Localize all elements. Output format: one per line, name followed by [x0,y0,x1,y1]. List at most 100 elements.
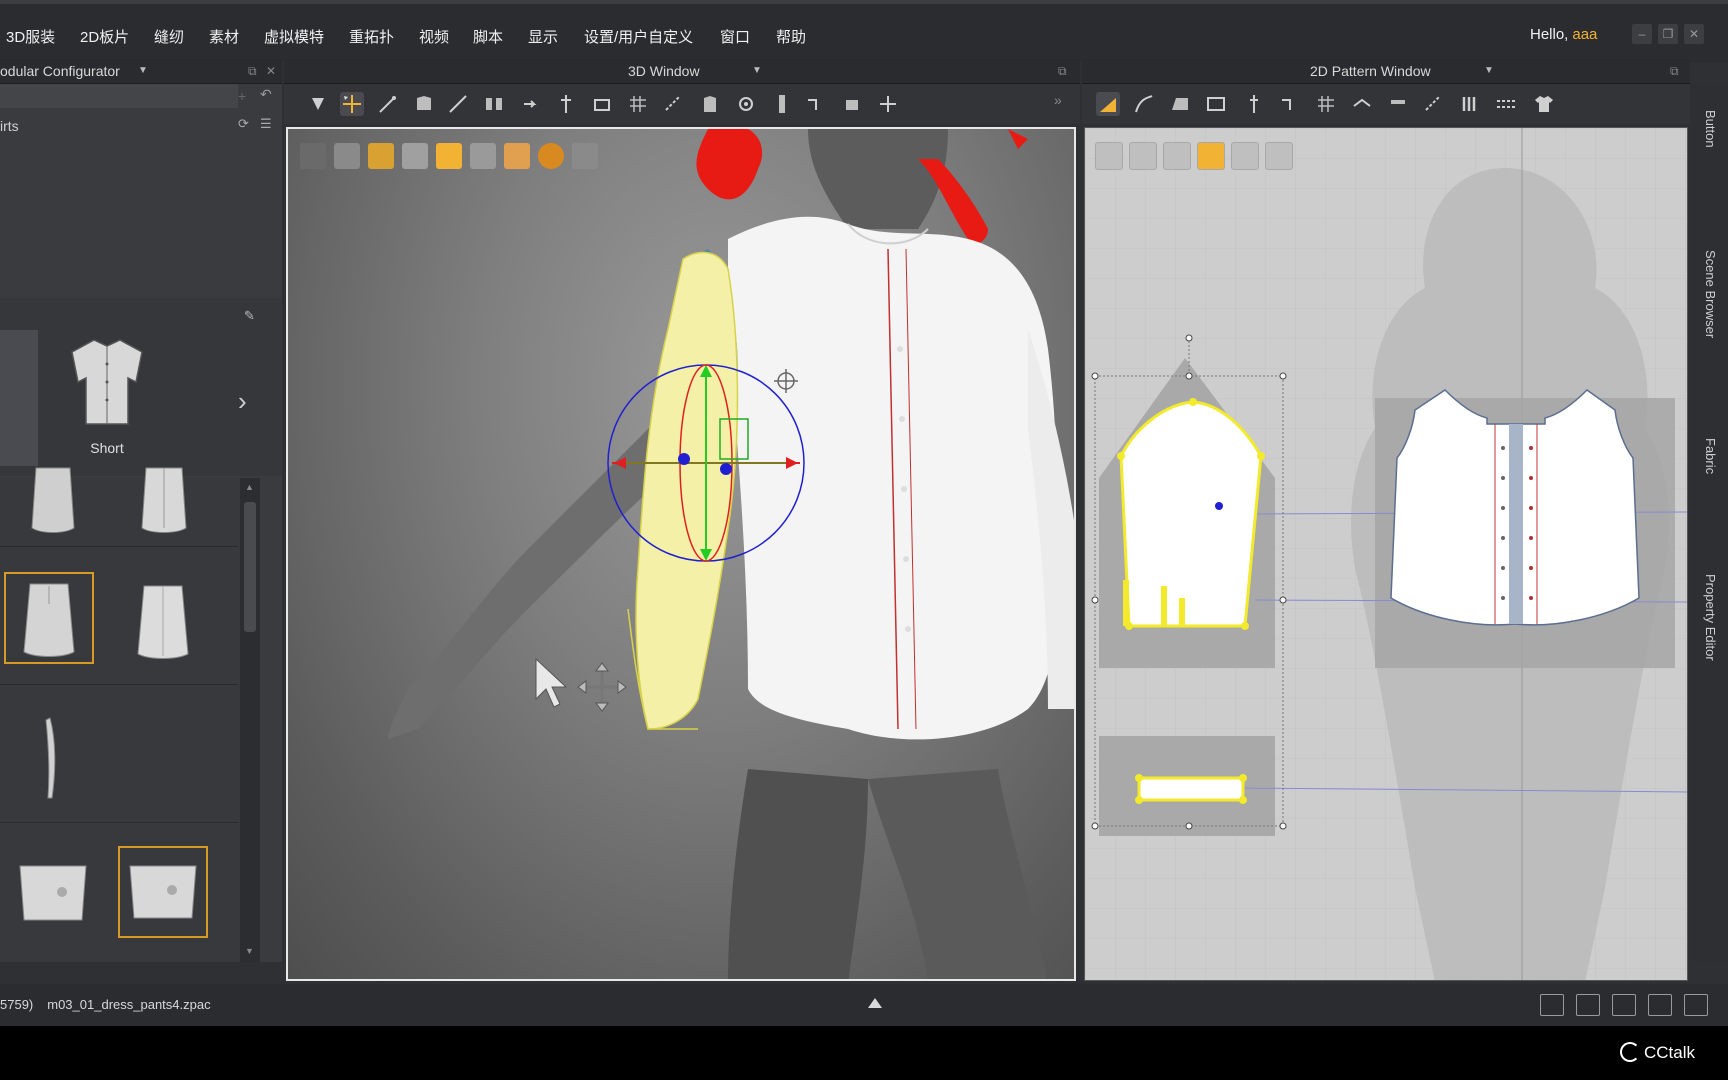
shirt-icon[interactable] [1532,92,1556,116]
restore-icon[interactable]: ❐ [1658,24,1678,44]
fabric-display-icon[interactable] [436,143,462,169]
menu-script[interactable]: 脚本 [473,26,503,47]
thumbnail-cuff-2-selected[interactable] [118,846,208,938]
menu-2d-pattern[interactable]: 2D板片 [80,26,129,47]
thumbnail-shirt-body-2[interactable] [120,448,210,540]
menu-help[interactable]: 帮助 [776,26,806,47]
thumbnail-shirt-front[interactable] [118,572,208,664]
environment-icon[interactable] [538,143,564,169]
thumbnail-shirt-back-selected[interactable] [4,572,94,664]
texture-display-icon[interactable] [368,143,394,169]
layout-single-icon[interactable] [1540,994,1564,1016]
button-icon[interactable] [734,92,758,116]
baseline-icon[interactable] [1494,92,1518,116]
edit-pattern-icon[interactable] [376,92,400,116]
menu-display[interactable]: 显示 [528,26,558,47]
measure-icon[interactable] [804,92,828,116]
menu-materials[interactable]: 素材 [209,26,239,47]
tab-fabric[interactable]: Fabric [1700,438,1718,474]
move-icon[interactable] [340,92,364,116]
pin-icon[interactable] [554,92,578,116]
fold-icon[interactable] [1350,92,1374,116]
edit-pattern-icon[interactable] [1096,92,1120,116]
layout-three-icon[interactable] [1612,994,1636,1016]
thumbnail-placket[interactable] [8,710,98,802]
menu-3d-garment[interactable]: 3D服装 [6,26,55,47]
pleat-icon[interactable] [1386,92,1410,116]
chevron-down-icon[interactable]: ▼ [752,58,762,84]
avatar-display-icon[interactable] [300,143,326,169]
tab-scene-browser[interactable]: Scene Browser [1700,250,1718,338]
menu-sewing[interactable]: 缝纫 [154,26,184,47]
lock-shirt-icon[interactable] [1231,142,1259,170]
view3d-canvas[interactable] [286,127,1076,981]
info-icon[interactable] [1163,142,1191,170]
dart-icon[interactable] [1242,92,1266,116]
column-icon[interactable] [1458,92,1482,116]
library-search-bar[interactable] [0,84,238,108]
garment-display-icon[interactable] [334,143,360,169]
menu-settings[interactable]: 设置/用户自定义 [584,26,693,47]
style-card-selected[interactable] [0,330,38,466]
tab-button[interactable]: Button [1700,110,1718,148]
expand-toolbar-icon[interactable]: » [1054,92,1078,116]
undock-icon[interactable]: ⧉ [1058,58,1067,84]
pen-display-icon[interactable] [1095,142,1123,170]
undock-icon[interactable]: ⧉ [1670,58,1679,84]
layout-fit-icon[interactable] [1684,994,1708,1016]
split-icon[interactable] [876,92,900,116]
minimize-icon[interactable]: – [1632,24,1652,44]
menu-video[interactable]: 视频 [419,26,449,47]
rectangle-icon[interactable] [1204,92,1228,116]
sew-icon[interactable] [1422,92,1446,116]
select-mesh-icon[interactable] [306,92,330,116]
user-name[interactable]: aaa [1572,26,1597,43]
shirt-display-icon[interactable] [1129,142,1157,170]
ruler-icon[interactable] [840,92,864,116]
chevron-down-icon[interactable]: ▼ [138,58,148,84]
fold-icon[interactable] [412,92,436,116]
grid-icon[interactable] [626,92,650,116]
menu-avatar[interactable]: 虚拟模特 [264,26,324,47]
export-icon[interactable] [1265,142,1293,170]
close-panel-icon[interactable]: ✕ [266,58,276,84]
add-icon[interactable]: + [238,88,246,104]
view2d-canvas[interactable] [1084,127,1688,981]
zip-icon[interactable] [770,92,794,116]
scroll-thumb[interactable] [244,502,256,632]
chevron-right-icon[interactable]: › [238,386,247,417]
export-icon[interactable] [572,143,598,169]
back-icon[interactable]: ↶ [260,86,272,103]
layout-split-icon[interactable] [1576,994,1600,1016]
thumbnail-cuff-1[interactable] [8,846,98,938]
polygon-icon[interactable] [1168,92,1192,116]
sew-icon[interactable] [662,92,686,116]
trace-icon[interactable] [1278,92,1302,116]
menu-retopology[interactable]: 重拓扑 [349,26,394,47]
refresh-icon[interactable]: ⟳ [238,116,249,132]
pencil-icon[interactable]: ✎ [244,308,255,324]
chevron-down-icon[interactable]: ▼ [1484,58,1494,84]
scroll-down-icon[interactable]: ▼ [245,946,254,956]
expand-up-icon[interactable] [868,998,882,1008]
skin-display-icon[interactable] [504,143,530,169]
list-view-icon[interactable]: ☰ [260,116,272,132]
layout-quad-icon[interactable] [1648,994,1672,1016]
garment-icon[interactable] [698,92,722,116]
strap-icon[interactable] [590,92,614,116]
tab-property-editor[interactable]: Property Editor [1700,574,1718,661]
undock-icon[interactable]: ⧉ [248,58,257,84]
arrangement-icon[interactable] [482,92,506,116]
shading-icon[interactable] [470,143,496,169]
tack-icon[interactable] [518,92,542,116]
fabric-display-icon[interactable] [1197,142,1225,170]
line-icon[interactable] [446,92,470,116]
menu-window[interactable]: 窗口 [720,26,750,47]
avatar-silhouette-icon[interactable] [402,143,428,169]
scroll-up-icon[interactable]: ▲ [245,482,254,492]
library-scrollbar[interactable]: ▲ ▼ [240,478,260,962]
thumbnail-shirt-body-1[interactable] [8,448,98,540]
close-icon[interactable]: ✕ [1684,24,1704,44]
curve-icon[interactable] [1132,92,1156,116]
grid-icon[interactable] [1314,92,1338,116]
